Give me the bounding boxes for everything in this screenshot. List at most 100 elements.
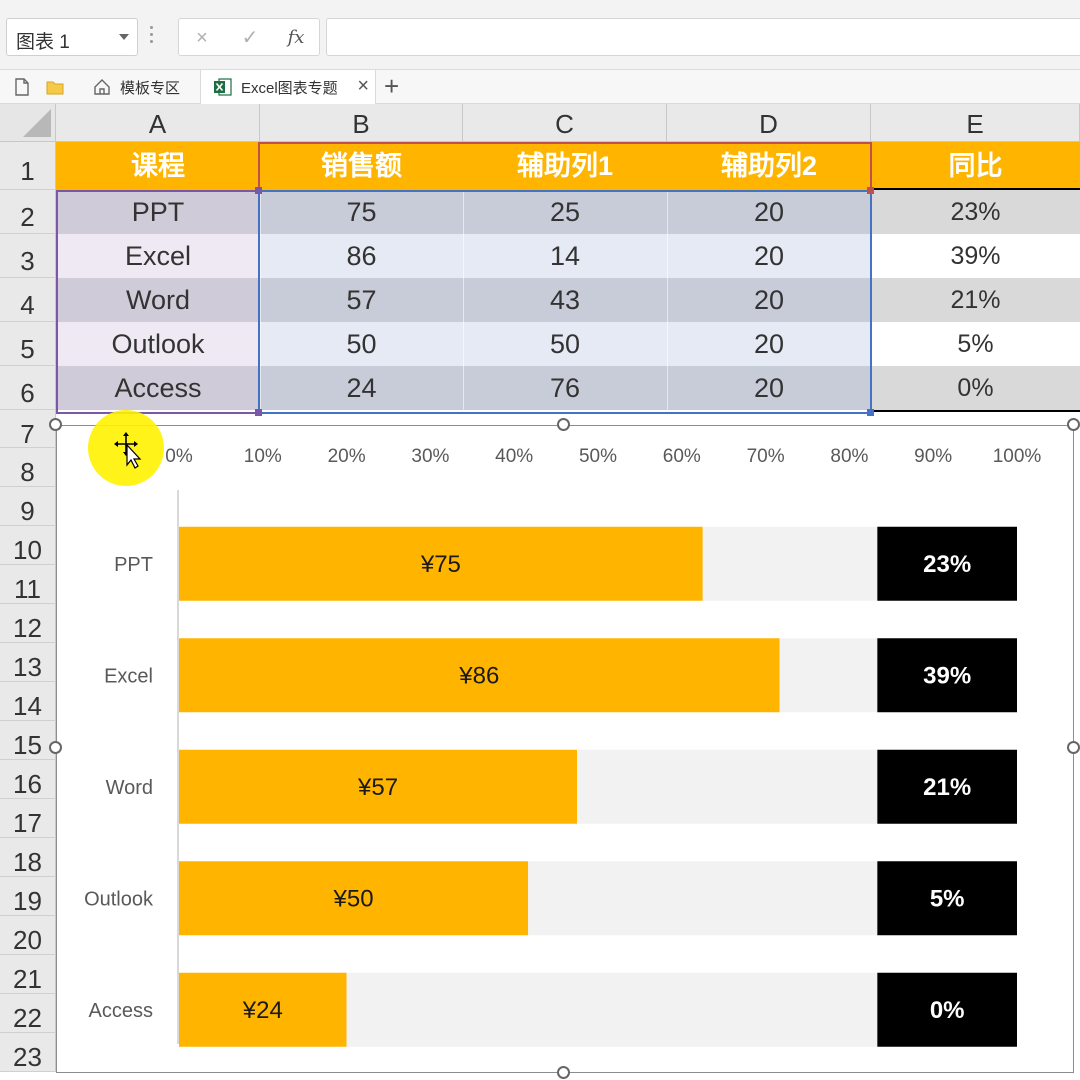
row-header-18[interactable]: 18: [0, 838, 56, 877]
bar-chart[interactable]: 0% 10% 20% 30% 40% 50% 60% 70% 80% 90% 100% ¥75 23% P…: [56, 425, 1074, 1073]
table-cell[interactable]: 0%: [871, 366, 1080, 410]
table-cell[interactable]: 50: [463, 322, 667, 366]
range-resize-handle[interactable]: [867, 187, 874, 194]
tab-templates[interactable]: 模板专区: [84, 70, 196, 104]
x-tick-label: 40%: [495, 446, 533, 467]
range-resize-handle[interactable]: [255, 409, 262, 416]
x-tick-label: 0%: [165, 446, 193, 467]
data-label: ¥75: [420, 551, 461, 578]
data-label: 39%: [923, 662, 971, 689]
table-cell[interactable]: 5%: [871, 322, 1080, 366]
data-label: 0%: [930, 997, 965, 1024]
column-header-a[interactable]: A: [56, 104, 260, 142]
table-cell[interactable]: 39%: [871, 234, 1080, 278]
row-header-20[interactable]: 20: [0, 916, 56, 955]
row-header-21[interactable]: 21: [0, 955, 56, 994]
bar-series-2-outlook[interactable]: [528, 861, 878, 936]
tab-templates-label: 模板专区: [120, 80, 181, 97]
select-all-corner[interactable]: [0, 104, 56, 142]
folder-icon[interactable]: [45, 77, 65, 97]
table-cell[interactable]: 76: [463, 366, 667, 410]
add-tab-icon[interactable]: +: [384, 72, 399, 100]
row-header-10[interactable]: 10: [0, 526, 56, 565]
range-resize-handle[interactable]: [255, 187, 262, 194]
row-header-11[interactable]: 11: [0, 565, 56, 604]
column-header-d[interactable]: D: [667, 104, 871, 142]
table-cell[interactable]: 20: [667, 234, 871, 278]
cancel-icon[interactable]: ×: [187, 25, 217, 51]
tab-excel-label: Excel图表专题: [241, 80, 338, 97]
table-cell[interactable]: 24: [260, 366, 463, 410]
row-header-19[interactable]: 19: [0, 877, 56, 916]
chart-resize-handle[interactable]: [49, 741, 62, 754]
enter-icon[interactable]: ✓: [235, 25, 265, 51]
table-cell[interactable]: 20: [667, 366, 871, 410]
table-cell[interactable]: 43: [463, 278, 667, 322]
row-header-2[interactable]: 2: [0, 190, 56, 234]
range-resize-handle[interactable]: [867, 409, 874, 416]
chart-resize-handle[interactable]: [49, 418, 62, 431]
header-cell[interactable]: 同比: [871, 142, 1080, 190]
insert-function-icon[interactable]: fx: [281, 25, 311, 51]
chart-resize-handle[interactable]: [557, 418, 570, 431]
table-cell[interactable]: 86: [260, 234, 463, 278]
tab-excel-charts[interactable]: Excel图表专题 ×: [200, 70, 376, 105]
row-header-12[interactable]: 12: [0, 604, 56, 643]
chart-resize-handle[interactable]: [1067, 418, 1080, 431]
row-header-1[interactable]: 1: [0, 142, 56, 190]
row-header-6[interactable]: 6: [0, 366, 56, 410]
table-cell[interactable]: 21%: [871, 278, 1080, 322]
name-box-value: 图表 1: [16, 32, 70, 53]
header-cell[interactable]: 销售额: [260, 142, 463, 190]
header-cell[interactable]: 辅助列2: [667, 142, 871, 190]
gridline: [463, 190, 464, 412]
column-header-c[interactable]: C: [463, 104, 667, 142]
table-cell[interactable]: 50: [260, 322, 463, 366]
chart-canvas: 0% 10% 20% 30% 40% 50% 60% 70% 80% 90% 100% ¥75 23% P…: [84, 446, 1041, 1047]
row-header-5[interactable]: 5: [0, 322, 56, 366]
formula-input[interactable]: [326, 18, 1080, 56]
name-box[interactable]: 图表 1: [6, 18, 138, 56]
row-header-8[interactable]: 8: [0, 448, 56, 487]
bar-series-2-excel[interactable]: [779, 638, 878, 713]
row-header-14[interactable]: 14: [0, 682, 56, 721]
table-cell[interactable]: 57: [260, 278, 463, 322]
table-cell[interactable]: PPT: [56, 190, 260, 234]
column-header-e[interactable]: E: [871, 104, 1080, 142]
table-cell[interactable]: Outlook: [56, 322, 260, 366]
bar-series-2-word[interactable]: [577, 749, 878, 824]
row-header-22[interactable]: 22: [0, 994, 56, 1033]
row-header-7[interactable]: 7: [0, 410, 56, 449]
row-header-23[interactable]: 23: [0, 1033, 56, 1072]
table-cell[interactable]: Access: [56, 366, 260, 410]
bar-series-2-ppt[interactable]: [702, 526, 878, 601]
row-header-16[interactable]: 16: [0, 760, 56, 799]
close-icon[interactable]: ×: [357, 75, 369, 97]
table-cell[interactable]: Excel: [56, 234, 260, 278]
row-header-13[interactable]: 13: [0, 643, 56, 682]
row-header-17[interactable]: 17: [0, 799, 56, 838]
table-cell[interactable]: 25: [463, 190, 667, 234]
row-header-9[interactable]: 9: [0, 487, 56, 526]
new-file-icon[interactable]: [12, 77, 32, 97]
bar-series-2-access[interactable]: [346, 972, 878, 1047]
row-header-15[interactable]: 15: [0, 721, 56, 760]
header-cell[interactable]: 课程: [56, 142, 260, 190]
header-cell[interactable]: 辅助列1: [463, 142, 667, 190]
table-cell[interactable]: 14: [463, 234, 667, 278]
column-header-b[interactable]: B: [260, 104, 463, 142]
table-cell[interactable]: 75: [260, 190, 463, 234]
chart-resize-handle[interactable]: [1067, 741, 1080, 754]
row-header-4[interactable]: 4: [0, 278, 56, 322]
table-cell[interactable]: 20: [667, 278, 871, 322]
document-tab-bar: 模板专区 Excel图表专题 × +: [0, 70, 1080, 105]
x-tick-label: 20%: [328, 446, 366, 467]
chart-resize-handle[interactable]: [557, 1066, 570, 1079]
table-cell[interactable]: Word: [56, 278, 260, 322]
table-cell[interactable]: 23%: [871, 190, 1080, 234]
chevron-down-icon[interactable]: [119, 34, 129, 40]
table-cell[interactable]: 20: [667, 190, 871, 234]
table-cell[interactable]: 20: [667, 322, 871, 366]
category-label: Outlook: [84, 888, 154, 910]
row-header-3[interactable]: 3: [0, 234, 56, 278]
